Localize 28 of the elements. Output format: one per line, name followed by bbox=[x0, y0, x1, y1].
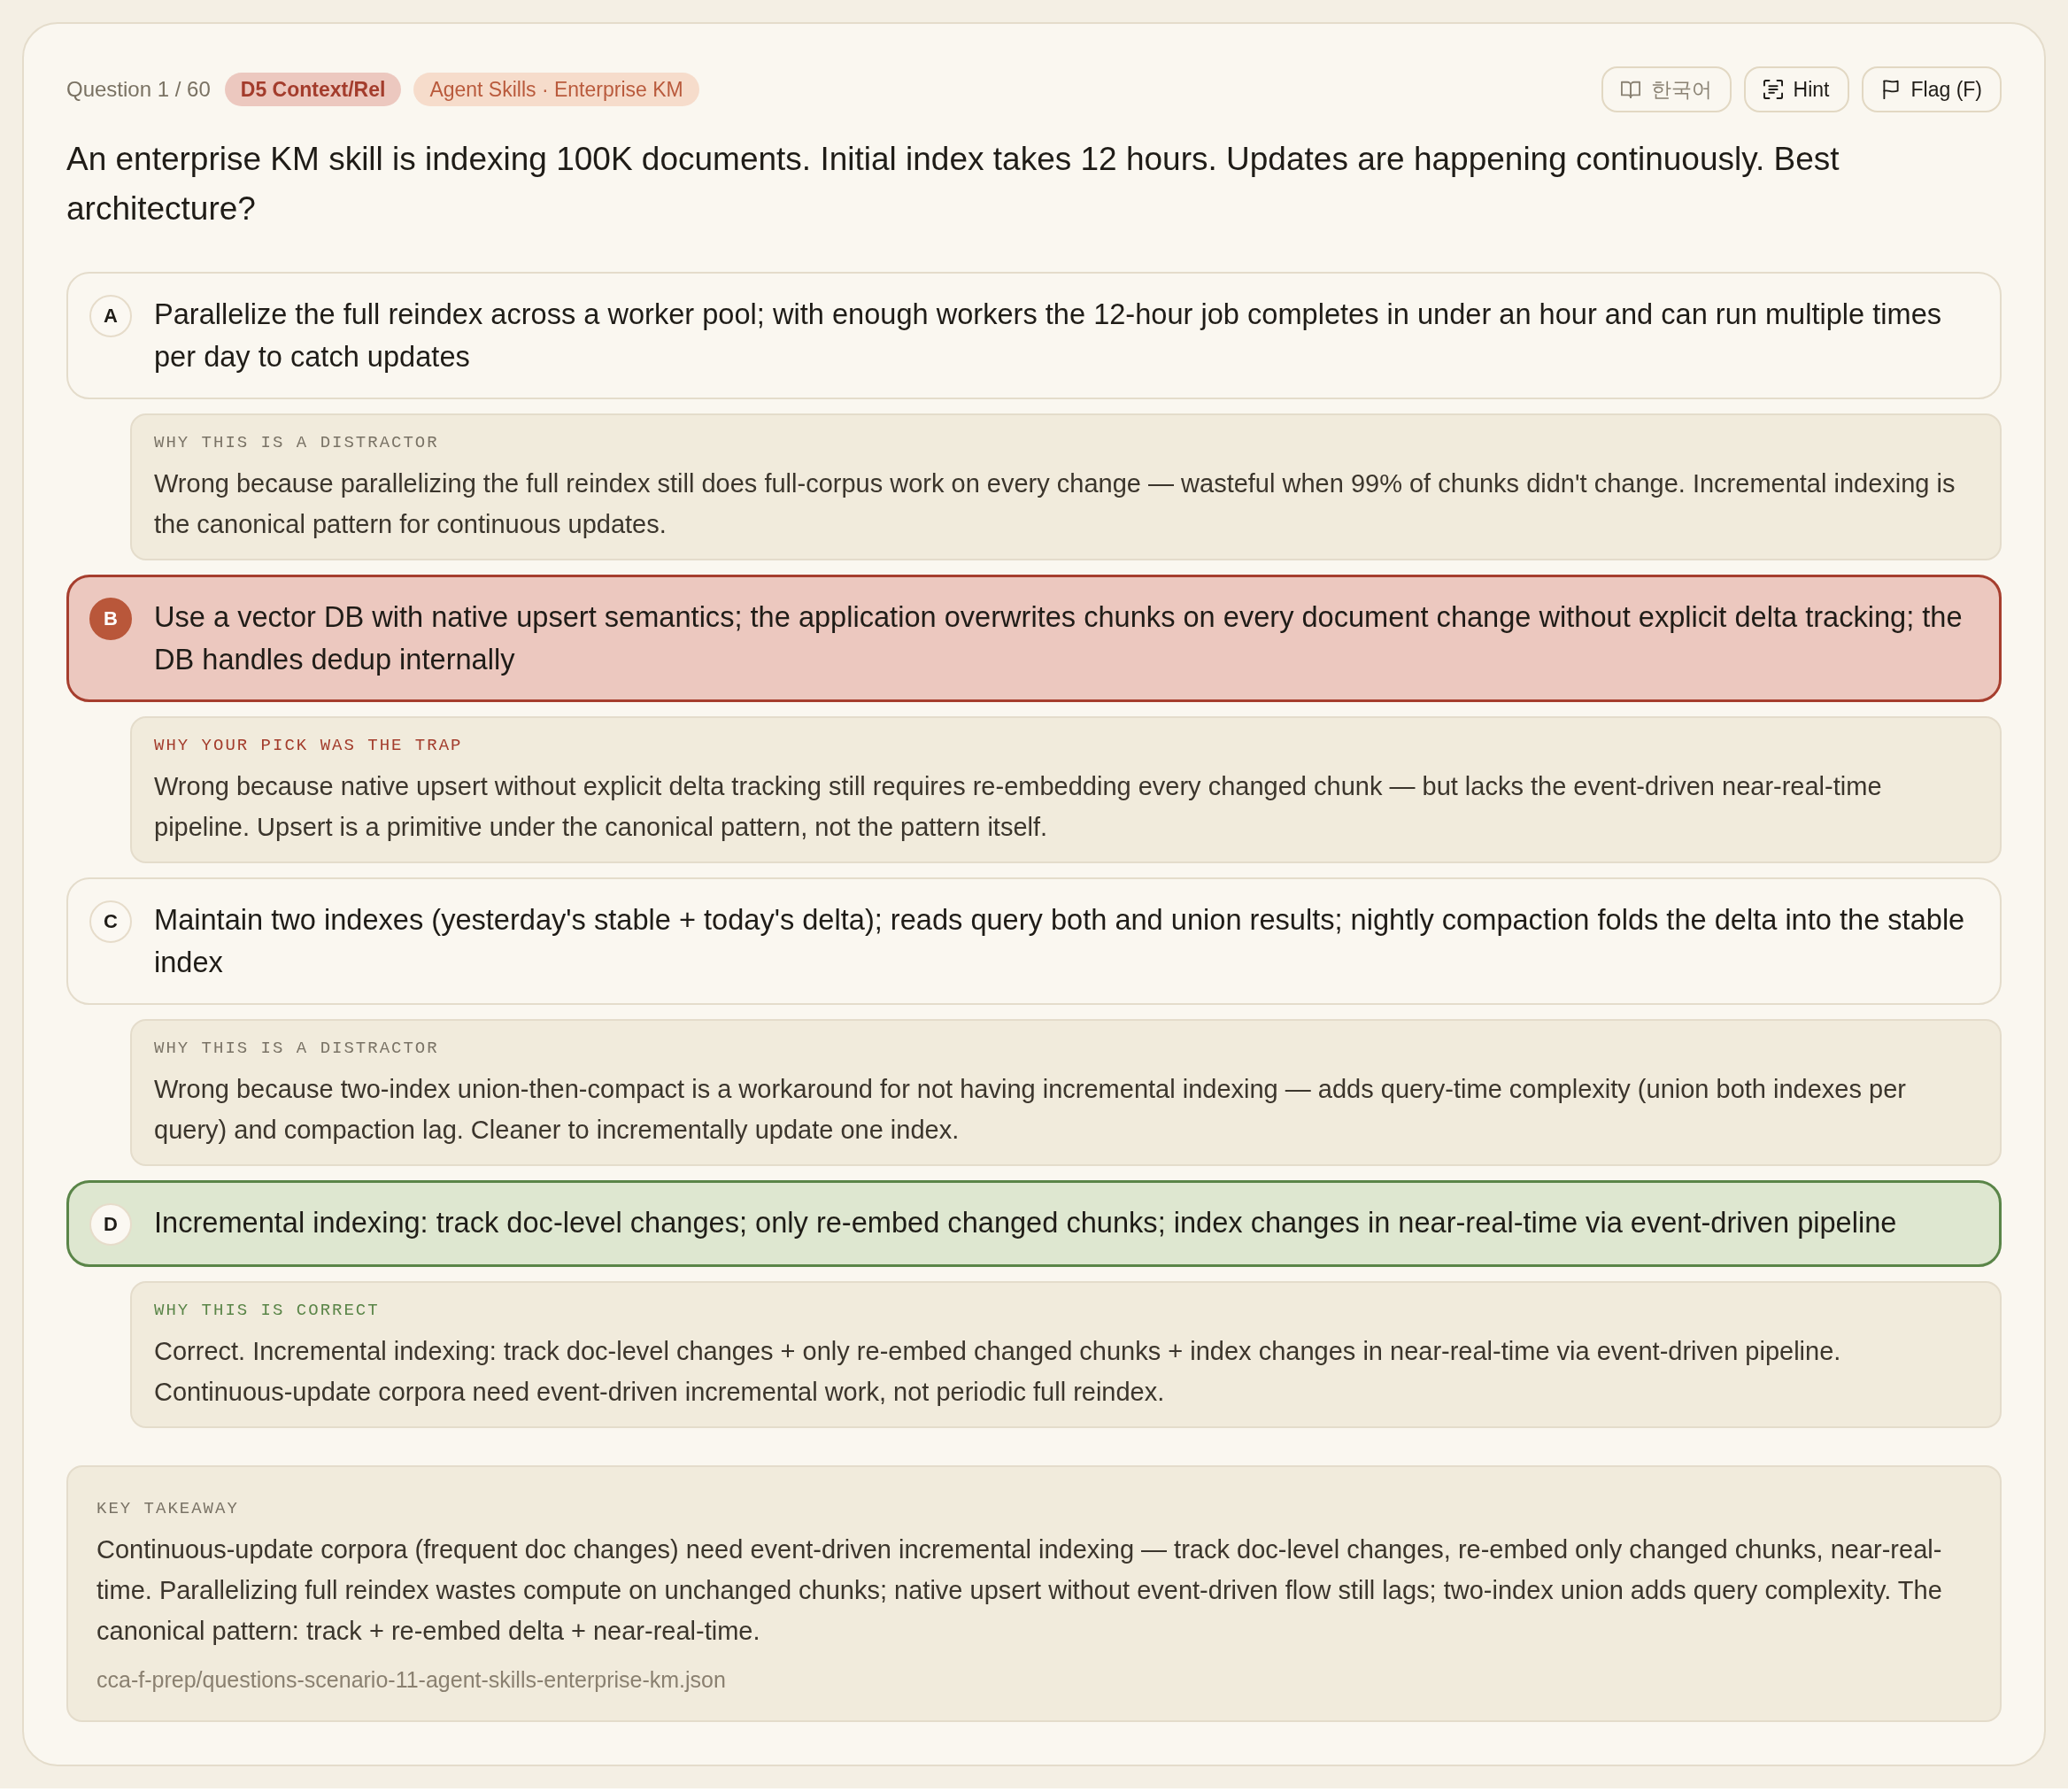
answer-option[interactable]: C Maintain two indexes (yesterday's stable + today's delta); reads query both and union results; nightly compaction folds the delta into the stable index bbox=[66, 877, 2002, 1005]
option-letter: A bbox=[89, 295, 132, 337]
explanation-heading: WHY THIS IS A DISTRACTOR bbox=[154, 1038, 440, 1060]
explanation-text: Correct. Incremental indexing: track doc-level changes + only re-embed changed chunks + index changes in near-real-time via event-driven pipeline. Continuous-update corpora need event-driven incremental work, not periodic full reindex. bbox=[154, 1336, 1842, 1408]
takeaway-text: Continuous-update corpora (frequent doc changes) need event-driven incremental indexing — track doc-level changes, re-embed only changed chunks, near-real-time. Parallelizing full reindex wastes compute on unchanged chunks; native upsert without event-driven flow still lags; two-index union adds query complexity. The canonical pattern: track + re-embed delta + near-real-time. bbox=[96, 1534, 1943, 1647]
option-letter: C bbox=[89, 900, 132, 943]
source-path: cca-f-prep/questions-scenario-11-agent-skills-enterprise-km.json bbox=[96, 1666, 727, 1694]
text-scan-icon bbox=[1763, 80, 1783, 99]
explanation-heading: WHY YOUR PICK WAS THE TRAP bbox=[154, 735, 464, 757]
explanation-heading: WHY THIS IS A DISTRACTOR bbox=[154, 432, 440, 454]
answer-option[interactable]: B Use a vector DB with native upsert semantics; the application overwrites chunks on every document change without explicit delta tracking; the DB handles dedup internally bbox=[66, 575, 2002, 702]
explanation-heading: WHY THIS IS CORRECT bbox=[154, 1300, 381, 1322]
question-counter: Question 1 / 60 bbox=[66, 77, 211, 102]
domain-tag: D5 Context/Rel bbox=[224, 73, 402, 106]
explanation-text: Wrong because two-index union-then-compact is a workaround for not having incremental indexing — adds query-time complexity (union both indexes per query) and compaction lag. Cleaner to incrementally update one index. bbox=[154, 1074, 1907, 1146]
option-letter: B bbox=[89, 598, 132, 640]
hint-button[interactable]: Hint bbox=[1743, 66, 1849, 112]
explanation-text: Wrong because parallelizing the full reindex still does full-corpus work on every change — wasteful when 99% of chunks didn't change. Incremental indexing is the canonical pattern for continuous updates. bbox=[154, 468, 1956, 540]
takeaway-heading: KEY TAKEAWAY bbox=[96, 1498, 240, 1520]
flag-button[interactable]: Flag (F) bbox=[1861, 66, 2002, 112]
explanation-text: Wrong because native upsert without explicit delta tracking still requires re-embedding every changed chunk — but lacks the event-driven near-real-time pipeline. Upsert is a primitive under the canonical pattern, not the pattern itself. bbox=[154, 771, 1883, 843]
option-letter: D bbox=[89, 1203, 132, 1246]
question-text: An enterprise KM skill is indexing 100K documents. Initial index takes 12 hours. Updates are happening continuously. Best architecture? bbox=[66, 140, 1840, 228]
flag-icon bbox=[1880, 80, 1901, 99]
answer-option[interactable]: A Parallelize the full reindex across a worker pool; with enough workers the 12-hour job completes in under an hour and can run multiple times per day to catch updates bbox=[66, 272, 2002, 399]
book-icon bbox=[1620, 80, 1640, 99]
answer-option[interactable]: D Incremental indexing: track doc-level changes; only re-embed changed chunks; index changes in near-real-time via event-driven pipeline bbox=[66, 1180, 2002, 1267]
scenario-tag: Agent Skills · Enterprise KM bbox=[413, 73, 699, 106]
